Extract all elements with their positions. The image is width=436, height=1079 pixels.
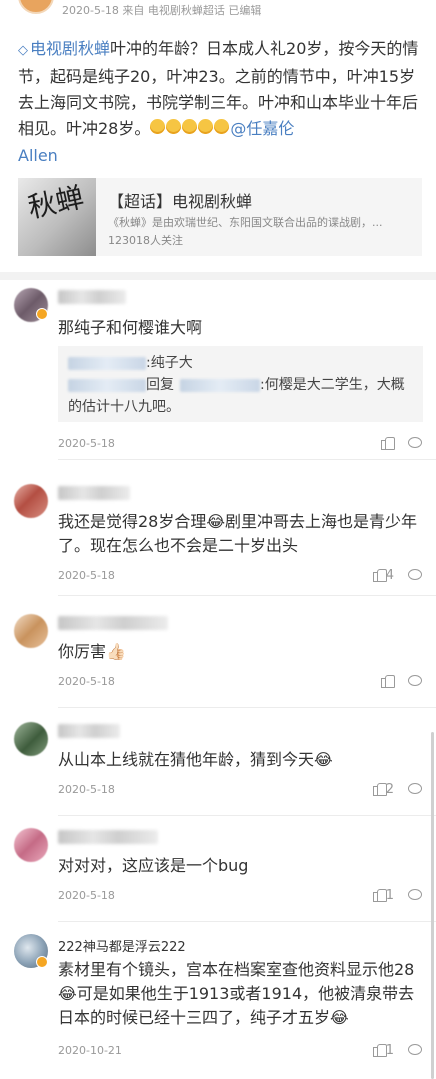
commenter-avatar[interactable]: [14, 722, 48, 756]
commenter-name[interactable]: [58, 290, 126, 306]
post: 2020-5-18 来自 电视剧秋蝉超话 已编辑 ◇ 电视剧秋蝉叶冲的年龄？日本成…: [0, 0, 436, 272]
thumbs-up-icon: [372, 782, 387, 796]
mention-tail: Allen: [18, 145, 58, 165]
comment-date: 2020-5-18: [58, 783, 115, 796]
comment-date: 2020-10-21: [58, 1044, 122, 1057]
card-title: 【超话】电视剧秋蝉: [108, 192, 253, 211]
commenter-avatar[interactable]: [14, 828, 48, 862]
thumbs-up-icon: [381, 674, 395, 688]
like-count: 4: [385, 568, 394, 583]
blurred-name: [58, 830, 158, 844]
comment-bubble-icon: [408, 569, 422, 580]
reply-button[interactable]: [408, 675, 422, 690]
comment-date: 2020-5-18: [58, 437, 115, 450]
like-button[interactable]: [381, 674, 395, 689]
comment-item: 对对对，这应该是一个bug 2020-5-18 1: [0, 822, 436, 922]
blurred-replier: [68, 378, 146, 392]
thumbs-up-icon: [372, 888, 387, 902]
comment-divider: [58, 921, 436, 922]
blurred-name: [58, 724, 120, 738]
comment-item: 222神马都是浮云222 素材里有个镜头，宫本在档案室查他资料显示他28😂可是如…: [0, 928, 436, 1078]
super-topic-card[interactable]: 秋蝉 【超话】电视剧秋蝉 《秋蝉》是由欢瑞世纪、东阳国文联合出品的谍战剧，...…: [18, 178, 422, 256]
flushed-emoji-icon: [166, 118, 182, 134]
comment-bubble-icon: [408, 889, 422, 900]
thumbs-up-icon: [372, 568, 387, 582]
like-button[interactable]: 1: [372, 1043, 394, 1058]
card-description: 《秋蝉》是由欢瑞世纪、东阳国文联合出品的谍战剧，...: [108, 216, 383, 229]
topic-link[interactable]: ◇ 电视剧秋蝉: [18, 39, 110, 58]
super-topic-icon: ◇: [18, 43, 28, 58]
comment-text: 从山本上线就在猜他年龄，猜到今天😂: [58, 750, 333, 769]
reply-button[interactable]: [408, 889, 422, 904]
emoji-row: [150, 117, 230, 143]
flushed-emoji-icon: [214, 118, 230, 134]
comment-text: 对对对，这应该是一个bug: [58, 856, 249, 875]
blurred-name: [58, 616, 168, 630]
thumbnail-calligraphy: 秋蝉: [25, 180, 87, 225]
section-divider: [0, 272, 436, 280]
flushed-emoji-icon: [198, 118, 214, 134]
reply-button[interactable]: [408, 569, 422, 584]
commenter-avatar[interactable]: [14, 484, 48, 518]
comment-text: 素材里有个镜头，宫本在档案室查他资料显示他28😂可是如果他生于1913或者191…: [58, 960, 415, 1027]
card-followers: 123018人关注: [108, 234, 183, 247]
commenter-name[interactable]: [58, 616, 168, 632]
comment-item: 从山本上线就在猜他年龄，猜到今天😂 2020-5-18 2: [0, 716, 436, 816]
poster-avatar[interactable]: [18, 0, 54, 14]
reply-line-2: :何樱是大二学生，大概: [260, 377, 405, 393]
reply-button[interactable]: [408, 437, 422, 452]
comment-text: 我还是觉得28岁合理😂剧里冲哥去上海也是青少年了。现在怎么也不会是二十岁出头: [58, 512, 418, 555]
like-button[interactable]: 2: [372, 782, 394, 797]
comment-date: 2020-5-18: [58, 569, 115, 582]
like-count: 1: [385, 888, 394, 903]
flushed-emoji-icon: [182, 118, 198, 134]
topic-label: 电视剧秋蝉: [30, 39, 111, 58]
reply-prefix: 回复: [146, 377, 174, 393]
vip-badge-icon: [36, 308, 48, 320]
comment-date: 2020-5-18: [58, 889, 115, 902]
commenter-name[interactable]: [58, 486, 130, 502]
flushed-emoji-icon: [150, 118, 166, 134]
comment-date: 2020-5-18: [58, 675, 115, 688]
commenter-avatar[interactable]: [14, 614, 48, 648]
comment-item: 你厉害👍🏻 2020-5-18: [0, 608, 436, 708]
reply-line-3: 的估计十八九吧。: [68, 399, 180, 415]
reply-button[interactable]: [408, 1044, 422, 1059]
comment-item: 那纯子和何樱谁大啊 :纯子大 回复 :何樱是大二学生，大概 的估计十八九吧。 20…: [0, 282, 436, 460]
comment-divider: [58, 595, 436, 596]
post-body: ◇ 电视剧秋蝉叶冲的年龄？日本成人礼20岁，按今天的情节，起码是纯子20，叶冲23…: [18, 36, 422, 169]
comment-divider: [58, 459, 436, 460]
comment-bubble-icon: [408, 437, 422, 448]
comment-bubble-icon: [408, 675, 422, 686]
blurred-name: [58, 486, 130, 500]
reply-line-1: :纯子大: [146, 355, 193, 371]
thumbs-up-icon: [381, 436, 395, 450]
like-button[interactable]: 4: [372, 568, 394, 583]
like-button[interactable]: [381, 436, 395, 451]
blurred-name: [58, 290, 126, 304]
blurred-replier: [68, 356, 146, 370]
comment-text: 那纯子和何樱谁大啊: [58, 318, 203, 337]
topic-thumbnail: 秋蝉: [18, 178, 96, 256]
comment-divider: [58, 707, 436, 708]
like-count: 2: [385, 782, 394, 797]
commenter-name[interactable]: [58, 830, 158, 846]
like-button[interactable]: 1: [372, 888, 394, 903]
scrollbar[interactable]: [431, 732, 434, 1079]
thumbs-up-icon: [372, 1043, 387, 1057]
commenter-name[interactable]: [58, 724, 120, 740]
comment-divider: [58, 815, 436, 816]
vip-badge-icon: [36, 956, 48, 968]
like-count: 1: [385, 1043, 394, 1058]
comment-bubble-icon: [408, 783, 422, 794]
reply-preview[interactable]: :纯子大 回复 :何樱是大二学生，大概 的估计十八九吧。: [58, 346, 423, 422]
comment-item: 我还是觉得28岁合理😂剧里冲哥去上海也是青少年了。现在怎么也不会是二十岁出头 2…: [0, 478, 436, 596]
comment-bubble-icon: [408, 1044, 422, 1055]
blurred-reply-target: [180, 378, 260, 392]
reply-button[interactable]: [408, 783, 422, 798]
mention-handle: @任嘉伦: [230, 119, 295, 138]
comment-text: 你厉害👍🏻: [58, 642, 126, 661]
post-meta: 2020-5-18 来自 电视剧秋蝉超话 已编辑: [62, 4, 262, 17]
commenter-name[interactable]: 222神马都是浮云222: [58, 936, 186, 955]
